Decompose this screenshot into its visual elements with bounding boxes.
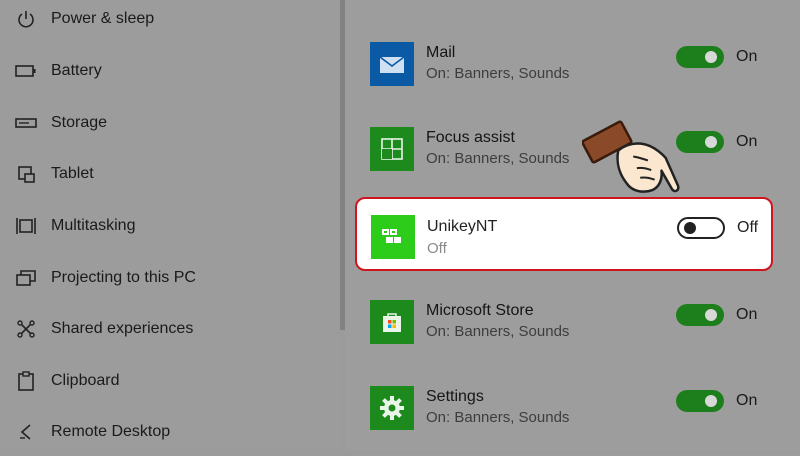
storage-icon <box>14 111 38 135</box>
sidebar-item-label: Remote Desktop <box>51 423 171 440</box>
sidebar-item-multitasking[interactable]: Multitasking <box>0 206 340 246</box>
sidebar-item-label: Shared experiences <box>51 320 194 337</box>
projecting-icon <box>14 266 38 290</box>
app-row-microsoft-store[interactable]: Microsoft Store On: Banners, Sounds On <box>345 300 800 370</box>
remote-desktop-icon <box>14 420 38 444</box>
app-status: Off <box>427 240 447 257</box>
toggle-state-label: On <box>736 133 758 150</box>
pointing-hand-icon <box>582 120 680 193</box>
toggle-state-label: Off <box>737 219 759 236</box>
sidebar-item-label: Battery <box>51 62 102 79</box>
app-name: Microsoft Store <box>426 302 534 319</box>
app-name: Focus assist <box>426 129 515 146</box>
multitasking-icon <box>14 214 38 238</box>
sidebar-item-storage[interactable]: Storage <box>0 103 340 143</box>
sidebar-item-label: Projecting to this PC <box>51 269 196 286</box>
sidebar-item-battery[interactable]: Battery <box>0 51 340 91</box>
sidebar-item-remote-desktop[interactable]: Remote Desktop <box>0 412 340 452</box>
shared-experiences-icon <box>14 317 38 341</box>
settings-sidebar: Power & sleep Battery Storage Tablet Mul… <box>0 0 340 450</box>
sidebar-item-label: Multitasking <box>51 217 136 234</box>
app-name: Mail <box>426 44 456 61</box>
toggle-state-label: On <box>736 392 758 409</box>
clipboard-icon <box>14 369 38 393</box>
sidebar-item-projecting[interactable]: Projecting to this PC <box>0 258 340 298</box>
toggle-state-label: On <box>736 306 758 323</box>
sidebar-item-label: Power & sleep <box>51 10 155 27</box>
app-row-mail[interactable]: Mail On: Banners, Sounds On <box>345 42 800 112</box>
app-row-settings[interactable]: Settings On: Banners, Sounds On <box>345 386 800 456</box>
focus-assist-icon <box>370 127 414 171</box>
sidebar-item-shared-experiences[interactable]: Shared experiences <box>0 309 340 349</box>
microsoft-store-toggle[interactable] <box>676 304 724 326</box>
unikey-icon <box>371 215 415 259</box>
power-icon <box>14 7 38 31</box>
sidebar-item-label: Clipboard <box>51 372 120 389</box>
app-name: UnikeyNT <box>427 218 498 235</box>
mail-icon <box>370 42 414 86</box>
toggle-knob <box>705 309 717 321</box>
toggle-knob <box>705 136 717 148</box>
sidebar-item-tablet[interactable]: Tablet <box>0 154 340 194</box>
tablet-icon <box>14 162 38 186</box>
sidebar-item-clipboard[interactable]: Clipboard <box>0 361 340 401</box>
toggle-knob <box>705 51 717 63</box>
sidebar-item-label: Tablet <box>51 165 94 182</box>
store-icon <box>370 300 414 344</box>
app-status: On: Banners, Sounds <box>426 65 570 82</box>
toggle-knob <box>684 222 696 234</box>
app-row-focus-assist[interactable]: Focus assist On: Banners, Sounds On <box>345 127 800 197</box>
toggle-knob <box>705 395 717 407</box>
app-status: On: Banners, Sounds <box>426 150 570 167</box>
toggle-state-label: On <box>736 48 758 65</box>
app-name: Settings <box>426 388 484 405</box>
app-status: On: Banners, Sounds <box>426 323 570 340</box>
sidebar-item-label: Storage <box>51 114 108 131</box>
sidebar-item-power-sleep[interactable]: Power & sleep <box>0 0 340 39</box>
settings-toggle[interactable] <box>676 390 724 412</box>
unikeynt-toggle[interactable] <box>677 217 725 239</box>
app-status: On: Banners, Sounds <box>426 409 570 426</box>
app-row-unikeynt[interactable]: UnikeyNT Off Off <box>355 197 773 271</box>
settings-gear-icon <box>370 386 414 430</box>
mail-toggle[interactable] <box>676 46 724 68</box>
battery-icon <box>14 59 38 83</box>
